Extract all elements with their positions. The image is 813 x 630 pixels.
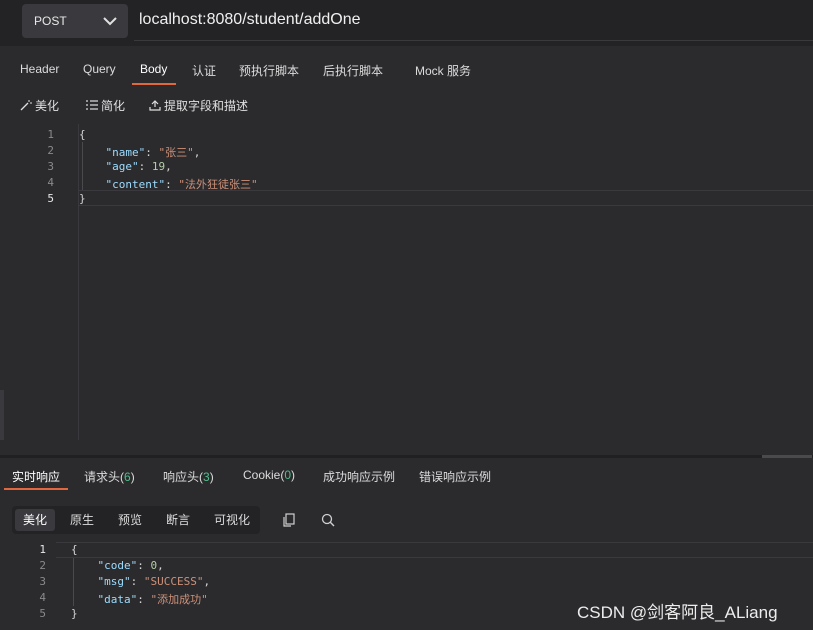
line-number: 4 bbox=[39, 591, 46, 604]
line-number: 3 bbox=[39, 575, 46, 588]
active-tab-indicator bbox=[132, 83, 176, 85]
code-line: { bbox=[79, 128, 86, 141]
tab-auth[interactable]: 认证 bbox=[192, 62, 216, 79]
current-line-highlight bbox=[79, 190, 813, 206]
tab-mock-service[interactable]: Mock 服务 bbox=[415, 62, 471, 79]
code-line: "code": 0, bbox=[71, 559, 164, 572]
tab-cookie[interactable]: Cookie(0) bbox=[243, 468, 295, 482]
method-label: POST bbox=[34, 14, 67, 28]
tab-header[interactable]: Header bbox=[20, 62, 59, 76]
json-colon: : bbox=[130, 575, 144, 588]
code-line: } bbox=[71, 607, 78, 620]
line-number: 2 bbox=[47, 144, 54, 157]
code-line: { bbox=[71, 543, 78, 556]
json-value: "添加成功" bbox=[150, 593, 208, 606]
code-line: "msg": "SUCCESS", bbox=[71, 575, 211, 588]
close-paren: ) bbox=[130, 470, 135, 484]
request-bar: POST localhost:8080/student/addOne bbox=[0, 0, 813, 46]
json-key: "msg" bbox=[97, 575, 131, 588]
json-colon: : bbox=[145, 146, 159, 159]
json-value: "张三" bbox=[158, 146, 194, 159]
open-brace: { bbox=[79, 128, 86, 141]
json-comma: , bbox=[193, 146, 201, 159]
chevron-down-icon bbox=[103, 17, 117, 26]
tab-pre-script[interactable]: 预执行脚本 bbox=[239, 62, 299, 79]
beautify-button[interactable]: 美化 bbox=[20, 97, 59, 114]
tab-error-example[interactable]: 错误响应示例 bbox=[419, 468, 491, 485]
line-number: 1 bbox=[39, 543, 46, 556]
request-tabs: Header Query Body 认证 预执行脚本 后执行脚本 Mock 服务 bbox=[0, 58, 813, 86]
open-brace: { bbox=[71, 543, 78, 556]
close-paren: ) bbox=[209, 470, 214, 484]
code-line: "age": 19, bbox=[79, 160, 172, 173]
magic-wand-icon bbox=[20, 100, 32, 111]
code-line: "name": "张三", bbox=[79, 144, 201, 160]
view-mode-visualize[interactable]: 可视化 bbox=[208, 509, 256, 531]
active-response-tab-indicator bbox=[4, 488, 68, 490]
json-key: "name" bbox=[105, 146, 146, 159]
current-line-highlight bbox=[56, 542, 813, 558]
code-line: } bbox=[79, 192, 86, 205]
close-paren: ) bbox=[291, 468, 296, 482]
tab-query[interactable]: Query bbox=[83, 62, 116, 76]
simplify-button[interactable]: 简化 bbox=[86, 97, 125, 114]
panel-resize-handle[interactable] bbox=[0, 390, 4, 440]
line-number: 1 bbox=[47, 128, 54, 141]
json-comma: , bbox=[165, 160, 172, 173]
watermark: CSDN @剑客阿良_ALiang bbox=[577, 603, 778, 622]
tab-success-example[interactable]: 成功响应示例 bbox=[323, 468, 395, 485]
tab-request-headers[interactable]: 请求头(6) bbox=[84, 468, 135, 485]
count-badge: 3 bbox=[203, 470, 210, 484]
beautify-label: 美化 bbox=[35, 99, 60, 113]
json-colon: : bbox=[137, 593, 151, 606]
line-number: 3 bbox=[47, 160, 54, 173]
json-comma: , bbox=[157, 559, 164, 572]
count-badge: 6 bbox=[124, 470, 131, 484]
json-colon: : bbox=[137, 559, 151, 572]
json-colon: : bbox=[165, 178, 179, 191]
tab-body[interactable]: Body bbox=[140, 62, 167, 76]
pane-divider-handle[interactable] bbox=[762, 455, 812, 458]
search-icon[interactable] bbox=[320, 512, 336, 528]
view-mode-switch: 美化 原生 预览 断言 可视化 bbox=[12, 506, 260, 534]
code-line: "content": "法外狂徒张三" bbox=[79, 176, 258, 192]
line-number: 5 bbox=[47, 192, 54, 205]
pane-divider[interactable] bbox=[0, 455, 813, 458]
json-comma: , bbox=[203, 575, 211, 588]
line-number: 4 bbox=[47, 176, 54, 189]
code-line: "data": "添加成功" bbox=[71, 591, 208, 607]
json-key: "content" bbox=[105, 178, 166, 191]
extract-fields-label: 提取字段和描述 bbox=[164, 99, 249, 113]
list-icon bbox=[86, 100, 98, 110]
tab-label: 响应头( bbox=[163, 470, 203, 484]
line-number: 2 bbox=[39, 559, 46, 572]
json-key: "data" bbox=[97, 593, 138, 606]
json-value: "法外狂徒张三" bbox=[178, 178, 258, 191]
tab-label: Cookie( bbox=[243, 468, 285, 482]
json-value: "SUCCESS" bbox=[143, 575, 204, 588]
view-mode-raw[interactable]: 原生 bbox=[62, 509, 102, 531]
line-number: 5 bbox=[39, 607, 46, 620]
extract-fields-button[interactable]: 提取字段和描述 bbox=[149, 97, 248, 114]
tab-response-headers[interactable]: 响应头(3) bbox=[163, 468, 214, 485]
tab-label: 请求头( bbox=[84, 470, 124, 484]
view-mode-assert[interactable]: 断言 bbox=[158, 509, 198, 531]
simplify-label: 简化 bbox=[101, 99, 126, 113]
upload-icon bbox=[149, 100, 161, 111]
url-input[interactable]: localhost:8080/student/addOne bbox=[139, 11, 361, 29]
close-brace: } bbox=[79, 192, 86, 205]
json-key: "code" bbox=[97, 559, 138, 572]
view-mode-preview[interactable]: 预览 bbox=[110, 509, 150, 531]
json-value: 19 bbox=[151, 160, 166, 173]
json-colon: : bbox=[138, 160, 152, 173]
url-underline bbox=[134, 40, 813, 41]
tab-post-script[interactable]: 后执行脚本 bbox=[323, 62, 383, 79]
close-brace: } bbox=[71, 607, 78, 620]
method-select[interactable]: POST bbox=[22, 4, 128, 38]
tab-realtime-response[interactable]: 实时响应 bbox=[12, 468, 60, 485]
copy-icon[interactable] bbox=[281, 512, 297, 528]
view-mode-beautify[interactable]: 美化 bbox=[15, 509, 55, 531]
json-key: "age" bbox=[105, 160, 139, 173]
